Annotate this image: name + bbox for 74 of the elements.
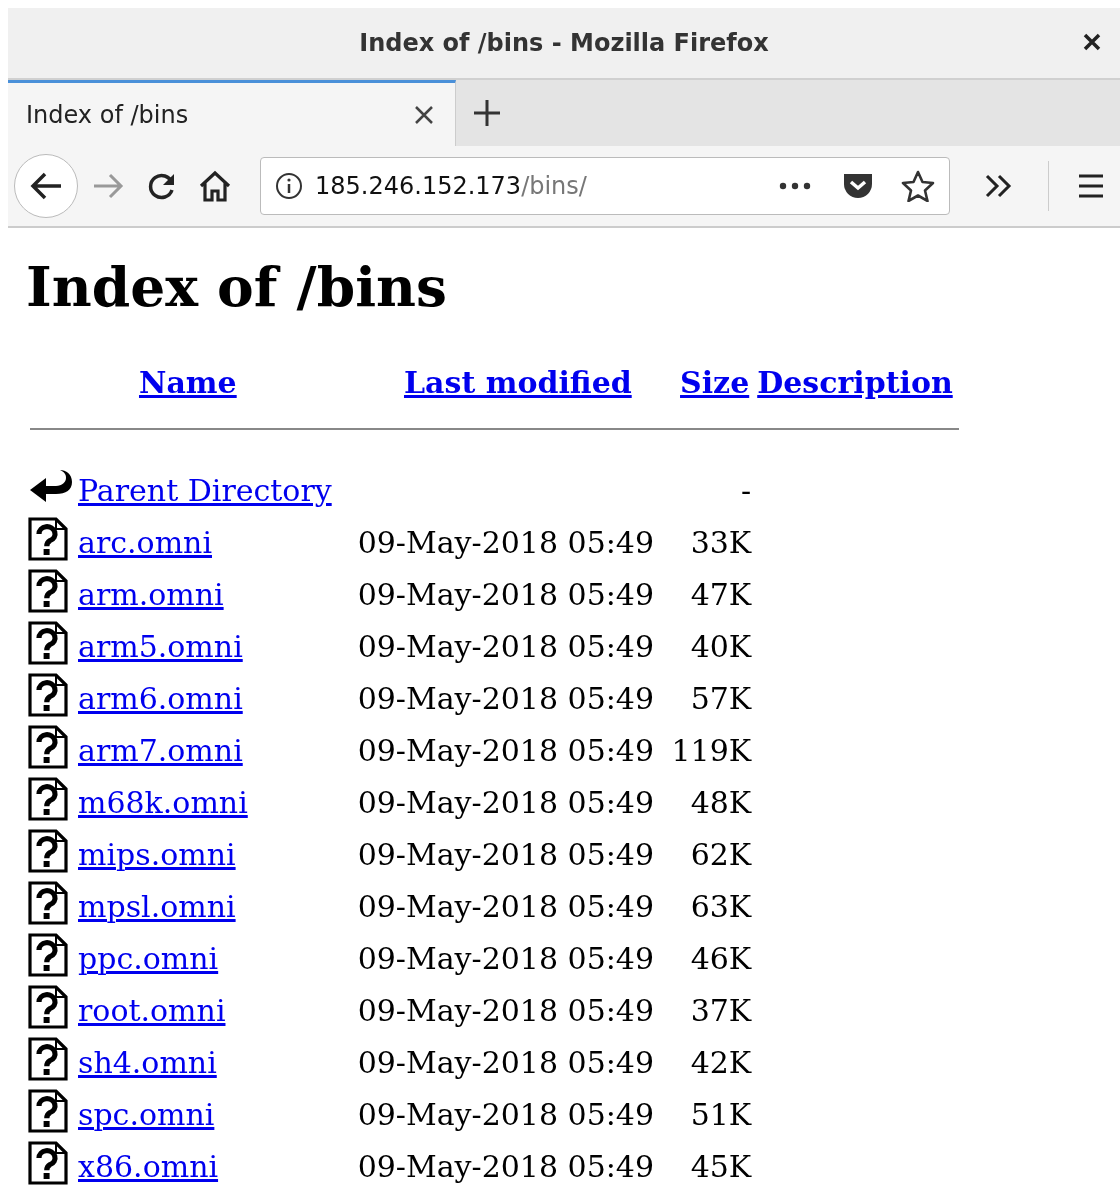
unknown-file-icon [28,932,68,977]
unknown-file-icon [28,620,68,665]
file-size: 33K [690,524,752,560]
file-size: 40K [690,628,752,664]
file-size: 62K [690,836,752,872]
unknown-file-icon [28,568,68,613]
menu-icon [1077,173,1105,199]
modified-date: 09-May-2018 05:49 [357,1148,655,1184]
unknown-file-icon [28,776,68,821]
unknown-file-icon [28,880,68,925]
file-size: 63K [690,888,752,924]
tab-title: Index of /bins [26,100,189,129]
file-size: 48K [690,784,752,820]
browser-tab[interactable]: Index of /bins [8,80,456,146]
unknown-file-icon [28,516,68,561]
file-link[interactable]: m68k.omni [78,784,248,820]
file-size: 119K [671,732,752,768]
file-size: 46K [690,940,752,976]
unknown-file-icon [28,1036,68,1081]
file-link[interactable]: x86.omni [78,1148,219,1184]
file-link[interactable]: mips.omni [78,836,236,872]
column-header-link[interactable]: Description [757,365,953,400]
modified-date: 09-May-2018 05:49 [357,992,655,1028]
house-icon [198,170,232,202]
file-size: 45K [690,1148,752,1184]
file-size: 51K [690,1096,752,1132]
file-link[interactable]: arc.omni [78,524,212,560]
column-header-link[interactable]: Size [680,365,750,400]
file-link[interactable]: spc.omni [78,1096,215,1132]
file-link[interactable]: arm5.omni [78,628,243,664]
pocket-icon[interactable] [841,171,875,201]
modified-date: 09-May-2018 05:49 [357,732,655,768]
file-size: 57K [690,680,752,716]
unknown-file-icon [28,1088,68,1133]
modified-date: 09-May-2018 05:49 [357,576,655,612]
file-link[interactable]: arm6.omni [78,680,243,716]
right-arrow-icon [92,171,126,201]
info-icon [275,172,303,200]
unknown-file-icon [28,724,68,769]
star-icon[interactable] [901,170,935,202]
column-header-link[interactable]: Last modified [404,365,632,400]
plus-icon[interactable] [472,98,502,128]
file-link[interactable]: sh4.omni [78,1044,217,1080]
page-heading: Index of /bins [26,254,448,319]
unknown-file-icon [28,984,68,1029]
file-link[interactable]: arm7.omni [78,732,243,768]
address-bar[interactable]: 185.246.152.173/bins/ [260,157,950,215]
file-link[interactable]: Parent Directory [78,472,332,508]
window-title: Index of /bins - Mozilla Firefox [359,29,769,57]
modified-date: 09-May-2018 05:49 [357,1096,655,1132]
modified-date: 09-May-2018 05:49 [357,888,655,924]
double-chevron-icon [984,173,1014,199]
modified-date: 09-May-2018 05:49 [357,524,655,560]
unknown-file-icon [28,828,68,873]
file-size: 37K [690,992,752,1028]
unknown-file-icon [28,672,68,717]
left-arrow-icon [29,171,63,201]
url-text: 185.246.152.173/bins/ [315,172,588,200]
file-size: 42K [690,1044,752,1080]
more-icon[interactable] [779,182,811,190]
file-link[interactable]: ppc.omni [78,940,219,976]
modified-date: 09-May-2018 05:49 [357,784,655,820]
modified-date: 09-May-2018 05:49 [357,628,655,664]
file-link[interactable]: mpsl.omni [78,888,236,924]
modified-date: 09-May-2018 05:49 [357,940,655,976]
file-size: - [741,472,752,508]
column-header-link[interactable]: Name [139,365,237,400]
file-link[interactable]: root.omni [78,992,226,1028]
file-size: 47K [690,576,752,612]
modified-date: 09-May-2018 05:49 [357,680,655,716]
modified-date: 09-May-2018 05:49 [357,1044,655,1080]
unknown-file-icon [28,1140,68,1185]
file-link[interactable]: arm.omni [78,576,224,612]
modified-date: 09-May-2018 05:49 [357,836,655,872]
